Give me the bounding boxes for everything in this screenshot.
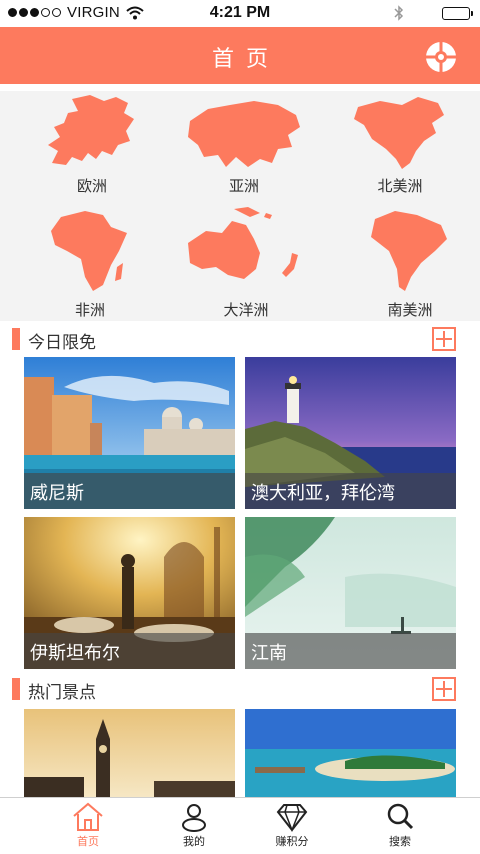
page-title: 首页 [211, 47, 280, 72]
big-ben-photo [24, 709, 235, 797]
tab-mine[interactable]: 我的 [154, 802, 234, 849]
section-marker [12, 678, 20, 700]
continent-oceania[interactable]: 大洋洲 [176, 203, 316, 320]
section-title: 热门景点 [28, 683, 96, 703]
tab-search[interactable]: 搜索 [360, 802, 440, 849]
card-caption: 威尼斯 [24, 473, 235, 509]
card-caption: 江南 [245, 633, 456, 669]
continent-label: 欧洲 [76, 177, 107, 195]
status-bar: VIRGIN 4:21 PM [0, 0, 480, 26]
section-title: 今日限免 [28, 333, 96, 353]
continent-label: 大洋洲 [223, 301, 269, 319]
card-caption: 澳大利亚，拜伦湾 [245, 473, 456, 509]
card-jiangnan[interactable]: 江南 [245, 517, 456, 669]
continent-label: 亚洲 [228, 177, 259, 195]
card-maldives[interactable] [245, 709, 456, 797]
section-hot-spots: 热门景点 [0, 674, 480, 704]
continent-africa[interactable]: 非洲 [20, 207, 160, 320]
tab-label: 搜索 [389, 835, 411, 848]
status-right [394, 5, 473, 21]
tab-label: 我的 [183, 835, 205, 848]
app-header: 首页 [0, 27, 480, 84]
continent-europe[interactable]: 欧洲 [22, 93, 162, 196]
continent-south-america[interactable]: 南美洲 [340, 207, 480, 320]
tab-home[interactable]: 首页 [48, 802, 128, 849]
card-byron-bay[interactable]: 澳大利亚，拜伦湾 [245, 357, 456, 509]
card-london[interactable] [24, 709, 235, 797]
africa-map-icon [51, 211, 127, 291]
south-america-map-icon [371, 211, 447, 291]
plus-icon[interactable] [432, 327, 456, 351]
compass-icon[interactable] [424, 40, 458, 74]
diamond-icon [276, 804, 308, 832]
continent-label: 南美洲 [387, 301, 433, 319]
europe-map-icon [48, 95, 134, 165]
section-marker [12, 328, 20, 350]
continent-north-america[interactable]: 北美洲 [330, 93, 470, 196]
continent-label: 北美洲 [377, 177, 423, 195]
continent-grid: 欧洲 亚洲 北美洲 非洲 大洋洲 南美洲 [0, 91, 480, 321]
tab-earn-points[interactable]: 赚积分 [252, 802, 332, 849]
continent-asia[interactable]: 亚洲 [174, 97, 314, 196]
user-icon [182, 804, 206, 832]
island-photo [245, 709, 456, 797]
home-icon [73, 802, 103, 831]
card-venice[interactable]: 威尼斯 [24, 357, 235, 509]
oceania-map-icon [188, 207, 298, 279]
battery-icon [442, 6, 473, 20]
tab-label: 赚积分 [275, 835, 309, 848]
bluetooth-icon [394, 5, 404, 21]
north-america-map-icon [354, 97, 444, 169]
plus-icon[interactable] [432, 677, 456, 701]
bottom-tab-bar: 首页 我的 赚积分 搜索 [0, 797, 480, 854]
tab-label: 首页 [77, 835, 99, 848]
card-istanbul[interactable]: 伊斯坦布尔 [24, 517, 235, 669]
search-icon [387, 803, 414, 830]
section-free-today: 今日限免 [0, 324, 480, 354]
continent-label: 非洲 [74, 301, 105, 319]
card-caption: 伊斯坦布尔 [24, 633, 235, 669]
asia-map-icon [188, 101, 300, 167]
